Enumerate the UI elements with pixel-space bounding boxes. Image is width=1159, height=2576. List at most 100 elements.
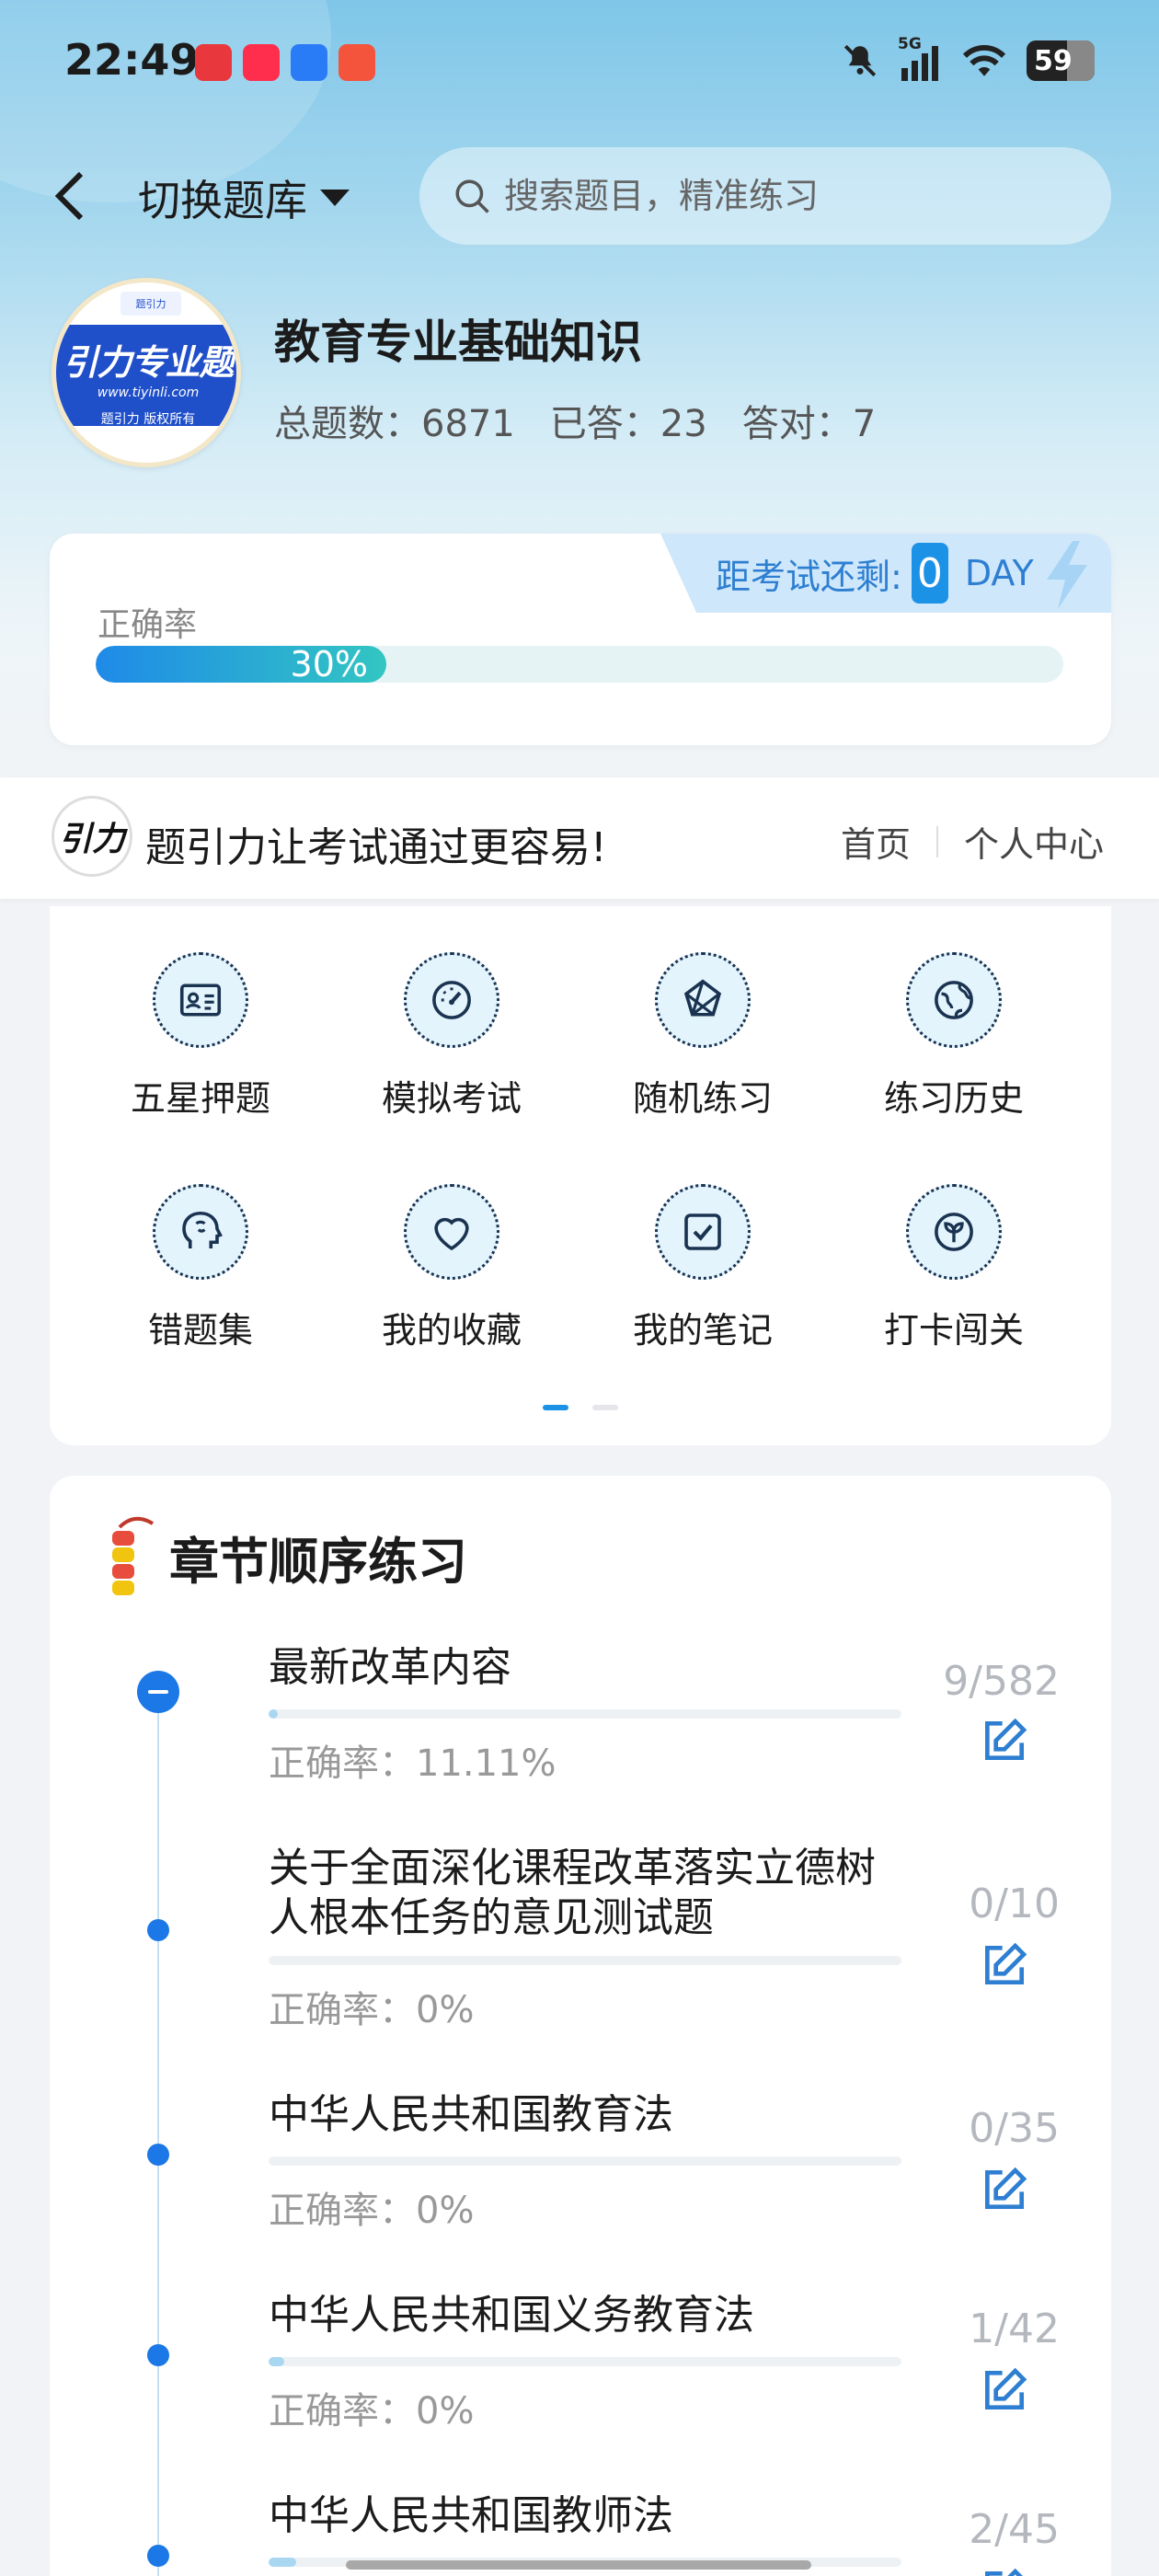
head-icon <box>153 1184 248 1280</box>
accuracy-progress-bar: 30% <box>96 646 1063 683</box>
chapter-header: 章节顺序练习 <box>101 1512 467 1601</box>
feature-notes[interactable]: 我的笔记 <box>602 1184 804 1352</box>
search-icon <box>455 179 489 213</box>
feature-mock-exam[interactable]: 模拟考试 <box>350 952 553 1121</box>
countdown-days: 0 <box>911 543 948 604</box>
chapter-progress-fill <box>269 2357 284 2366</box>
chapter-progress-bar <box>269 1956 901 1965</box>
chapter-accuracy: 正确率：0% <box>269 2190 475 2232</box>
profile-link[interactable]: 个人中心 <box>964 816 1104 867</box>
logo-url: www.tiyinli.com <box>97 385 200 400</box>
app-notification-icon <box>339 44 375 81</box>
caret-down-icon <box>320 190 350 206</box>
edit-icon[interactable] <box>979 1715 1030 1766</box>
feature-label: 打卡闯关 <box>883 1310 1024 1351</box>
course-stats: 总题数：6871 已答：23 答对：7 <box>274 394 876 447</box>
correct-count: 答对：7 <box>741 403 877 445</box>
course-title: 教育专业基础知识 <box>274 316 642 369</box>
feature-wrong-answers[interactable]: 错题集 <box>99 1184 302 1352</box>
chapter-progress-bar <box>269 1709 901 1719</box>
chapter-name: 中华人民共和国教育法 <box>269 2091 673 2138</box>
collapse-node-icon[interactable] <box>137 1671 179 1713</box>
globe-icon <box>906 952 1002 1048</box>
leaf-icon <box>906 1184 1002 1280</box>
logo-badge: 题引力 <box>120 292 181 316</box>
battery-level: 59 <box>1034 44 1073 77</box>
app-notification-icon <box>291 44 327 81</box>
feature-label: 练习历史 <box>883 1078 1024 1119</box>
timeline-node <box>147 2344 169 2366</box>
countdown-unit: DAY <box>964 553 1034 593</box>
chapter-accuracy: 正确率：11.11% <box>269 1742 557 1785</box>
firecracker-icon <box>112 1516 155 1595</box>
chapter-title: 章节顺序练习 <box>169 1532 467 1591</box>
edit-icon[interactable] <box>979 1939 1030 1991</box>
link-divider <box>935 825 938 857</box>
pager-dot-active[interactable] <box>543 1405 568 1410</box>
feature-label: 模拟考试 <box>381 1078 522 1119</box>
chapter-count: 2/45 <box>969 2506 1060 2553</box>
logo-title: 引力专业题 <box>63 342 234 383</box>
heart-icon <box>404 1184 499 1280</box>
feature-label: 我的收藏 <box>381 1310 522 1351</box>
chapter-name: 中华人民共和国义务教育法 <box>269 2292 754 2339</box>
clock: 22:49 <box>64 35 200 85</box>
accuracy-value: 30% <box>290 646 368 683</box>
chapter-progress-fill <box>269 1709 279 1719</box>
countdown-label: 距考试还剩: <box>716 556 902 597</box>
pager-dots <box>543 1405 618 1410</box>
timeline-node <box>147 2144 169 2166</box>
status-bar: 22:49 5G 59 <box>0 0 1159 120</box>
answered-count: 已答：23 <box>549 403 707 445</box>
chapter-count: 9/582 <box>943 1658 1060 1705</box>
chapter-accuracy: 正确率：0% <box>269 1989 475 2031</box>
chapter-name: 最新改革内容 <box>269 1644 511 1691</box>
brand-logo: 引力 <box>52 796 132 877</box>
search-input[interactable] <box>504 176 1056 216</box>
edit-icon[interactable] <box>979 2164 1030 2215</box>
edit-icon[interactable] <box>979 2565 1030 2576</box>
timeline-node <box>147 1919 169 1941</box>
home-indicator[interactable] <box>346 2560 811 2570</box>
feature-label: 错题集 <box>147 1310 253 1351</box>
feature-random-practice[interactable]: 随机练习 <box>602 952 804 1121</box>
timeline-line <box>157 1693 159 2576</box>
slogan-text: 题引力让考试通过更容易! <box>145 824 607 871</box>
timeline-node <box>147 2545 169 2567</box>
course-logo: 题引力 引力专业题 www.tiyinli.com 题引力 版权所有 <box>52 278 241 467</box>
slogan-links: 首页 个人中心 <box>841 816 1104 867</box>
logo-copyright: 题引力 版权所有 <box>100 412 196 427</box>
feature-label: 随机练习 <box>632 1078 773 1119</box>
accuracy-label: 正确率 <box>98 606 198 644</box>
pager-dot[interactable] <box>592 1405 618 1410</box>
app-notification-icon <box>195 44 232 81</box>
search-bar[interactable] <box>419 147 1111 245</box>
feature-grid: 五星押题 模拟考试 随机练习 练习历史 错题集 我的收藏 我的笔记 打卡闯关 <box>50 906 1111 1445</box>
home-link[interactable]: 首页 <box>841 816 911 867</box>
switch-bank-label: 切换题库 <box>138 176 307 225</box>
chapter-progress-bar <box>269 2156 901 2166</box>
chapter-progress-bar <box>269 2357 901 2366</box>
feature-favorites[interactable]: 我的收藏 <box>350 1184 553 1352</box>
feature-checkin[interactable]: 打卡闯关 <box>853 1184 1055 1352</box>
accuracy-card: 距考试还剩: 0 DAY 正确率 30% <box>50 534 1111 745</box>
feature-five-star[interactable]: 五星押题 <box>99 952 302 1121</box>
switch-bank-dropdown[interactable]: 切换题库 <box>138 167 350 228</box>
feature-label: 五星押题 <box>130 1078 270 1119</box>
chapter-count: 0/10 <box>969 1880 1060 1927</box>
speedometer-icon <box>404 952 499 1048</box>
chapter-accuracy: 正确率：0% <box>269 2390 475 2432</box>
accuracy-progress-fill: 30% <box>96 646 386 683</box>
chapter-progress-fill <box>269 2558 297 2567</box>
id-card-icon <box>153 952 248 1048</box>
signal-icon: 5G <box>898 35 942 81</box>
total-count: 总题数：6871 <box>274 403 515 445</box>
feature-history[interactable]: 练习历史 <box>853 952 1055 1121</box>
chapter-count: 0/35 <box>969 2105 1060 2152</box>
battery-indicator: 59 <box>1027 40 1095 81</box>
back-arrow-icon[interactable] <box>52 170 88 222</box>
wifi-icon <box>962 45 1006 76</box>
chapter-count: 1/42 <box>969 2306 1060 2352</box>
edit-icon[interactable] <box>979 2364 1030 2416</box>
feature-label: 我的笔记 <box>632 1310 773 1351</box>
